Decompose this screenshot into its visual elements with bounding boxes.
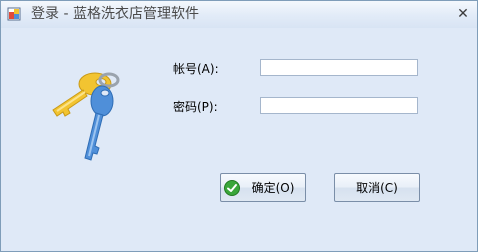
password-label: 密码(P): [173, 100, 218, 114]
cancel-button[interactable]: 取消(C) [334, 173, 420, 202]
account-label: 帐号(A): [173, 62, 219, 76]
keys-icon [52, 72, 120, 161]
window-title: 登录 - 蓝格洗衣店管理软件 [31, 6, 199, 22]
login-panel: 帐号(A): 密码(P): 确定(O) 取消(C) [1, 28, 477, 251]
close-icon[interactable]: ✕ [455, 6, 471, 22]
title-bar[interactable]: 登录 - 蓝格洗衣店管理软件 ✕ [1, 1, 477, 28]
login-window: 登录 - 蓝格洗衣店管理软件 ✕ 帐号(A): 密码(P): 确定(O) 取消(… [0, 0, 478, 252]
ok-button-label: 确定(O) [251, 181, 295, 195]
app-icon [7, 7, 21, 21]
account-input[interactable] [260, 59, 418, 76]
checkmark-icon [223, 179, 240, 196]
blue-key-icon [84, 85, 114, 161]
password-input[interactable] [260, 97, 418, 114]
ok-button[interactable]: 确定(O) [220, 173, 306, 202]
cancel-button-label: 取消(C) [356, 181, 398, 195]
